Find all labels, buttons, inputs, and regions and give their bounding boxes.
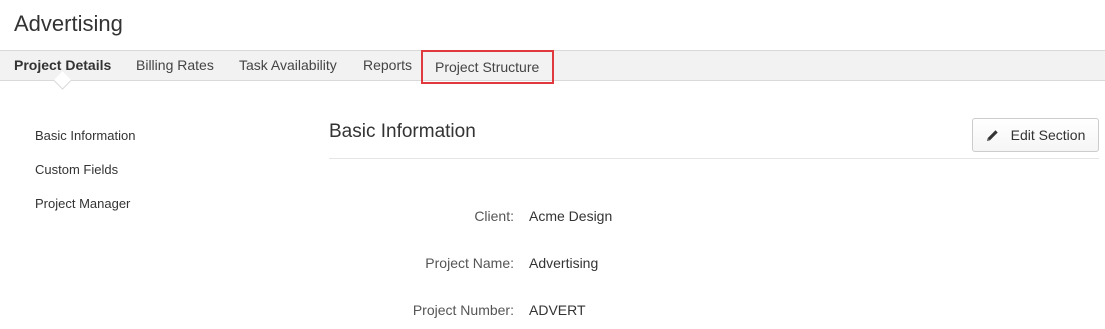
field-value: Advertising: [529, 255, 599, 271]
tab-task-availability[interactable]: Task Availability: [239, 51, 337, 80]
field-project-name: Project Name: Advertising: [329, 255, 929, 275]
field-label: Project Number:: [412, 302, 514, 318]
edit-section-label: Edit Section: [1010, 127, 1086, 143]
field-value: ADVERT: [529, 302, 586, 318]
tab-bar: Project Details Billing Rates Task Avail…: [0, 50, 1105, 84]
section-nav: Basic Information Custom Fields Project …: [35, 127, 135, 229]
field-label: Project Name:: [425, 255, 514, 271]
page-title: Advertising: [14, 11, 123, 36]
edit-section-button[interactable]: Edit Section: [972, 118, 1099, 152]
tab-project-details[interactable]: Project Details: [14, 51, 111, 80]
section-header: Basic Information Edit Section: [329, 117, 1099, 159]
nav-project-manager[interactable]: Project Manager: [35, 195, 135, 229]
field-value: Acme Design: [529, 208, 613, 224]
field-client: Client: Acme Design: [329, 208, 929, 228]
field-project-number: Project Number: ADVERT: [329, 302, 929, 322]
tab-reports[interactable]: Reports: [363, 51, 412, 80]
tab-billing-rates[interactable]: Billing Rates: [136, 51, 214, 80]
pencil-icon: [986, 129, 999, 142]
tab-project-structure[interactable]: Project Structure: [421, 50, 554, 84]
nav-basic-information[interactable]: Basic Information: [35, 127, 135, 161]
field-label: Client:: [474, 208, 514, 224]
section-title: Basic Information: [329, 121, 476, 142]
nav-custom-fields[interactable]: Custom Fields: [35, 161, 135, 195]
project-page: Advertising Project Details Billing Rate…: [0, 0, 1105, 329]
